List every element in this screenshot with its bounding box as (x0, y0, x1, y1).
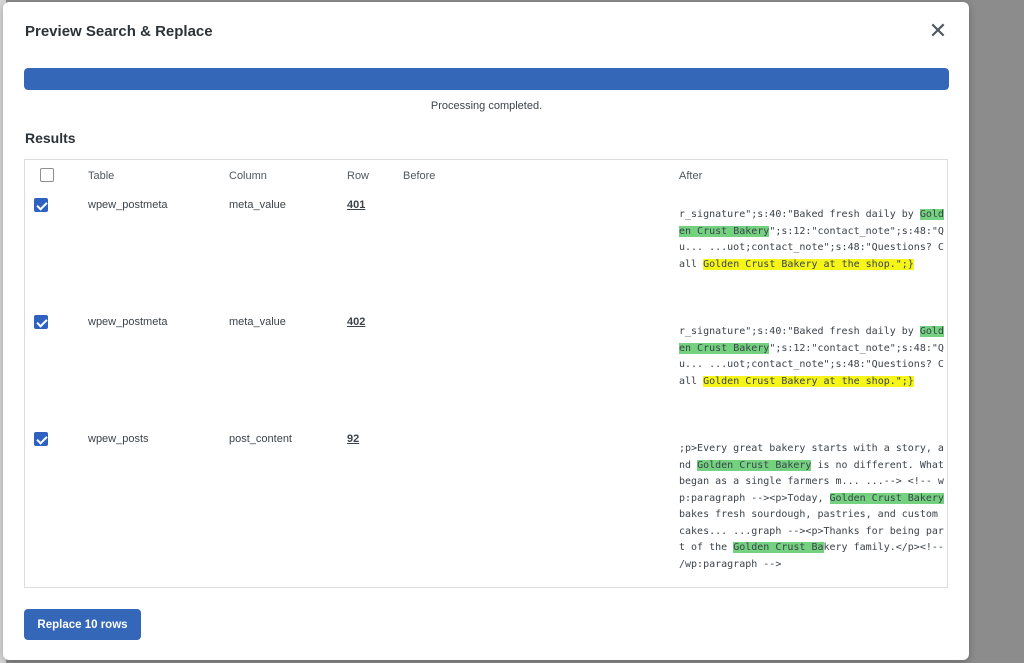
cell-table: wpew_posts (88, 433, 149, 445)
row-checkbox[interactable] (34, 198, 48, 212)
status-text: Processing completed. (430, 100, 543, 112)
header-after: After (679, 170, 703, 182)
cell-column: meta_value (229, 199, 286, 211)
after-text: r_signature";s:40:"Baked fresh daily by (679, 209, 920, 220)
cell-table: wpew_postmeta (88, 316, 168, 328)
after-text: r_signature";s:40:"Baked fresh daily by (679, 326, 920, 337)
after-highlight: Golden Crust Bakery at the shop.";} (703, 375, 914, 387)
preview-modal: Preview Search & Replace ✕ Processing co… (3, 2, 969, 660)
header-row: Row (347, 170, 370, 182)
close-icon[interactable]: ✕ (927, 20, 949, 42)
cell-after: r_signature";s:40:"Baked fresh daily by … (679, 207, 944, 273)
select-all-checkbox[interactable] (40, 168, 54, 182)
row-link[interactable]: 92 (347, 433, 359, 445)
after-highlight: Bakery (733, 225, 770, 237)
after-highlight: Bakery (733, 342, 770, 354)
header-table: Table (88, 170, 115, 182)
progress-fill (24, 68, 949, 90)
replace-rows-button[interactable]: Replace 10 rows (24, 609, 141, 640)
modal-title: Preview Search & Replace (25, 23, 213, 40)
after-highlight: Golden Crust Bakery (697, 459, 812, 471)
after-highlight: Golden Crust Bakery at the shop.";} (703, 258, 914, 270)
after-highlight: Golden Crust Ba (733, 542, 824, 553)
row-link[interactable]: 401 (347, 199, 365, 211)
cell-after: r_signature";s:40:"Baked fresh daily by … (679, 324, 944, 390)
progress-bar (24, 68, 949, 90)
after-highlight: Golden Crust Bakery (829, 492, 944, 504)
results-table: Table Column Row Before After wpew_postm… (24, 159, 948, 588)
cell-table: wpew_postmeta (88, 199, 168, 211)
header-column: Column (229, 170, 267, 182)
row-checkbox[interactable] (34, 432, 48, 446)
cell-after: ;p>Every great bakery starts with a stor… (679, 441, 944, 573)
row-link[interactable]: 402 (347, 316, 365, 328)
row-checkbox[interactable] (34, 315, 48, 329)
results-heading: Results (25, 130, 76, 146)
cell-column: post_content (229, 433, 292, 445)
cell-column: meta_value (229, 316, 286, 328)
header-before: Before (403, 170, 436, 182)
